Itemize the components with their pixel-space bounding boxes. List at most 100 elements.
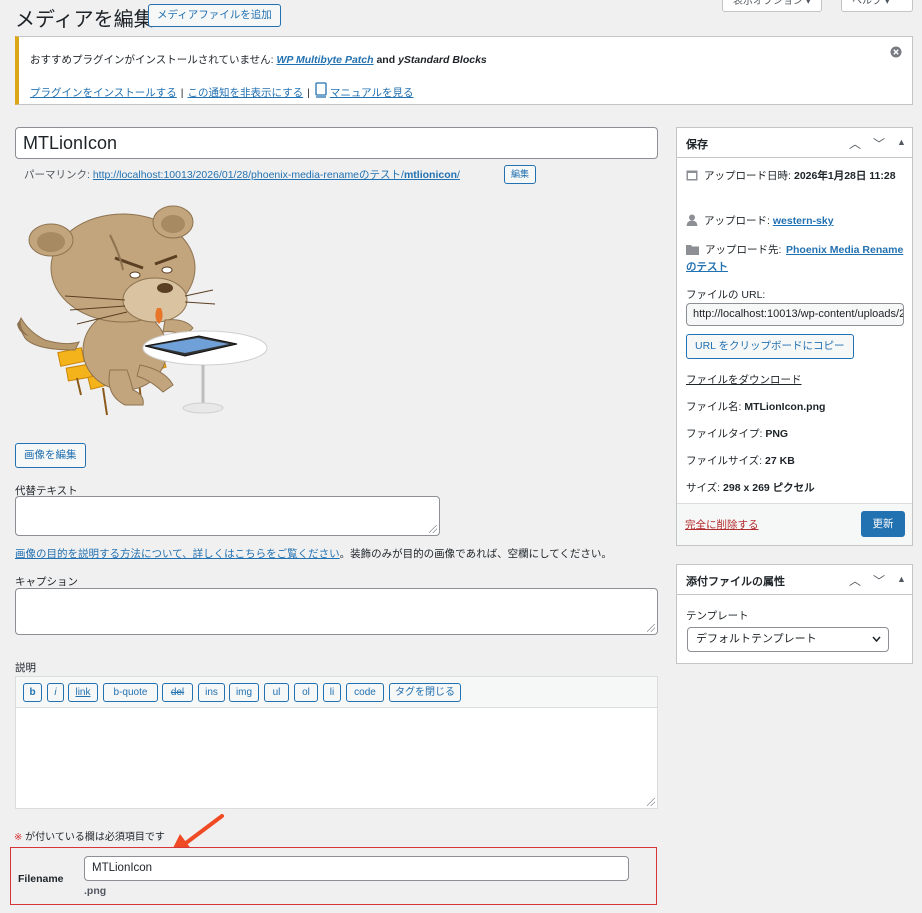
save-box-title: 保存	[686, 139, 708, 151]
dismiss-notice-link[interactable]: この通知を非表示にする	[188, 87, 304, 99]
quicktag-img-button[interactable]: img	[229, 683, 259, 702]
quicktag-blockquote-button[interactable]: b-quote	[103, 683, 158, 702]
filename-label: Filename	[18, 873, 64, 885]
file-size-label: ファイルサイズ:	[686, 455, 766, 467]
attachment-attributes-box: 添付ファイルの属性 ︿ ﹀ ▲ テンプレート デフォルトテンプレート	[676, 564, 913, 664]
file-url-label: ファイルの URL:	[686, 289, 766, 301]
quicktag-li-button[interactable]: li	[323, 683, 341, 702]
permalink-url-suffix: /	[457, 169, 460, 181]
manual-link[interactable]: マニュアルを見る	[330, 87, 414, 99]
plugin-link-multibyte[interactable]: WP Multibyte Patch	[277, 54, 374, 66]
uploaded-by-label: アップロード:	[704, 215, 773, 227]
media-preview-image	[15, 200, 275, 418]
quicktag-del-button[interactable]: del	[162, 683, 193, 702]
template-select[interactable]: デフォルトテンプレート	[687, 627, 889, 652]
toggle-panel-icon[interactable]: ▲	[897, 137, 906, 147]
plugin-notice: おすすめプラグインがインストールされていません: WP Multibyte Pa…	[15, 36, 913, 105]
dimensions-label: サイズ:	[686, 482, 724, 494]
alt-text-help-text: 。装飾のみが目的の画像であれば、空欄にしてください。	[339, 548, 612, 560]
filename-section: Filename MTLionIcon .png	[10, 847, 657, 905]
alt-text-help-link[interactable]: 画像の目的を説明する方法について、詳しくはこちらをご覧ください	[15, 548, 340, 560]
uploaded-by-row: アップロード: western-sky	[686, 213, 834, 229]
description-label: 説明	[15, 662, 36, 674]
install-plugins-link[interactable]: プラグインをインストールする	[30, 87, 177, 99]
quicktag-ins-button[interactable]: ins	[198, 683, 225, 702]
toggle-panel-icon[interactable]: ▲	[897, 574, 906, 584]
resize-handle[interactable]	[647, 798, 655, 806]
move-down-icon[interactable]: ﹀	[873, 135, 885, 152]
quicktag-link-button[interactable]: link	[68, 683, 98, 702]
edit-image-button[interactable]: 画像を編集	[15, 443, 86, 468]
move-up-icon[interactable]: ︿	[849, 135, 861, 152]
file-name-label: ファイル名:	[686, 401, 745, 413]
copy-url-button[interactable]: URL をクリップボードにコピー	[686, 334, 854, 359]
move-up-icon[interactable]: ︿	[849, 572, 861, 589]
quicktag-close-tags-button[interactable]: タグを閉じる	[389, 683, 461, 702]
quicktag-italic-button[interactable]: i	[47, 683, 64, 702]
alt-text-field[interactable]	[15, 496, 440, 536]
uploaded-on-row: アップロード日時:	[686, 168, 791, 184]
plugin-name-ystandard: yStandard Blocks	[398, 54, 487, 66]
close-icon[interactable]	[890, 46, 902, 61]
permalink-label: パーマリンク:	[24, 169, 93, 181]
help-tab[interactable]: ヘルプ ▾	[841, 0, 913, 12]
caption-field[interactable]	[15, 588, 658, 635]
page-title: メディアを編集	[15, 9, 154, 31]
required-note: ※ が付いている欄は必須項目です	[14, 828, 165, 843]
dimensions-value: 298 x 269 ピクセル	[723, 482, 815, 494]
quicktag-code-button[interactable]: code	[346, 683, 384, 702]
template-label: テンプレート	[686, 610, 749, 622]
save-box-actions: 完全に削除する 更新	[677, 503, 912, 545]
quicktag-ol-button[interactable]: ol	[294, 683, 318, 702]
uploaded-by-link[interactable]: western-sky	[773, 215, 834, 227]
save-box-header: 保存 ︿ ﹀ ▲	[677, 128, 912, 158]
notice-actions: プラグインをインストールする | この通知を非表示にする | マニュアルを見る	[30, 82, 414, 101]
permalink: パーマリンク: http://localhost:10013/2026/01/2…	[24, 167, 460, 182]
notice-and: and	[373, 54, 399, 66]
file-url-field[interactable]: http://localhost:10013/wp-content/upload…	[686, 303, 904, 326]
quicktag-bold-button[interactable]: b	[23, 683, 42, 702]
book-icon	[314, 82, 328, 101]
calendar-icon	[686, 169, 698, 184]
quicktags-toolbar: b i link b-quote del ins img ul ol li co…	[15, 676, 658, 707]
dimensions-row: サイズ: 298 x 269 ピクセル	[686, 480, 815, 495]
notice-text: おすすめプラグインがインストールされていません:	[30, 54, 277, 66]
uploaded-to-link[interactable]: Phoenix Media Renameのテスト	[686, 242, 906, 276]
delete-permanently-link[interactable]: 完全に削除する	[685, 517, 759, 532]
attributes-box-header: 添付ファイルの属性 ︿ ﹀ ▲	[677, 565, 912, 595]
quicktag-ul-button[interactable]: ul	[264, 683, 289, 702]
download-file-link[interactable]: ファイルをダウンロード	[686, 372, 802, 387]
file-name-value: MTLionIcon.png	[744, 401, 826, 413]
uploaded-on-label: アップロード日時:	[704, 170, 791, 182]
resize-handle[interactable]	[429, 525, 437, 533]
file-type-row: ファイルタイプ: PNG	[686, 426, 788, 441]
caption-label: キャプション	[15, 576, 78, 588]
permalink-slug: mtlionicon	[403, 169, 458, 181]
permalink-edit-button[interactable]: 編集	[504, 165, 537, 184]
screen-options-tab[interactable]: 表示オプション ▾	[722, 0, 822, 12]
file-name-row: ファイル名: MTLionIcon.png	[686, 399, 825, 414]
notice-message: おすすめプラグインがインストールされていません: WP Multibyte Pa…	[30, 52, 487, 67]
permalink-url-prefix: http://localhost:10013/2026/01/28/phoeni…	[92, 169, 404, 181]
file-type-label: ファイルタイプ:	[686, 428, 766, 440]
move-down-icon[interactable]: ﹀	[873, 572, 885, 589]
save-box: 保存 ︿ ﹀ ▲ アップロード日時: 2026年1月28日 11:28 アップロ…	[676, 127, 913, 546]
alt-text-help: 画像の目的を説明する方法について、詳しくはこちらをご覧ください。装飾のみが目的の…	[15, 546, 612, 561]
filename-input[interactable]: MTLionIcon	[84, 856, 629, 881]
separator: |	[180, 87, 184, 99]
description-field[interactable]	[15, 707, 658, 809]
required-text: が付いている欄は必須項目です	[22, 832, 165, 843]
file-size-value: 27 KB	[765, 455, 795, 467]
filename-extension: .png	[84, 885, 107, 897]
add-media-button[interactable]: メディアファイルを追加	[148, 4, 281, 27]
chevron-down-icon	[872, 628, 881, 660]
title-input[interactable]: MTLionIcon	[15, 127, 658, 159]
update-button[interactable]: 更新	[861, 511, 905, 537]
separator: |	[307, 87, 310, 99]
file-size-row: ファイルサイズ: 27 KB	[686, 453, 795, 468]
attributes-box-title: 添付ファイルの属性	[686, 576, 785, 588]
template-select-value: デフォルトテンプレート	[696, 633, 817, 645]
resize-handle[interactable]	[647, 624, 655, 632]
file-type-value: PNG	[765, 428, 789, 440]
permalink-url[interactable]: http://localhost:10013/2026/01/28/phoeni…	[93, 169, 460, 181]
